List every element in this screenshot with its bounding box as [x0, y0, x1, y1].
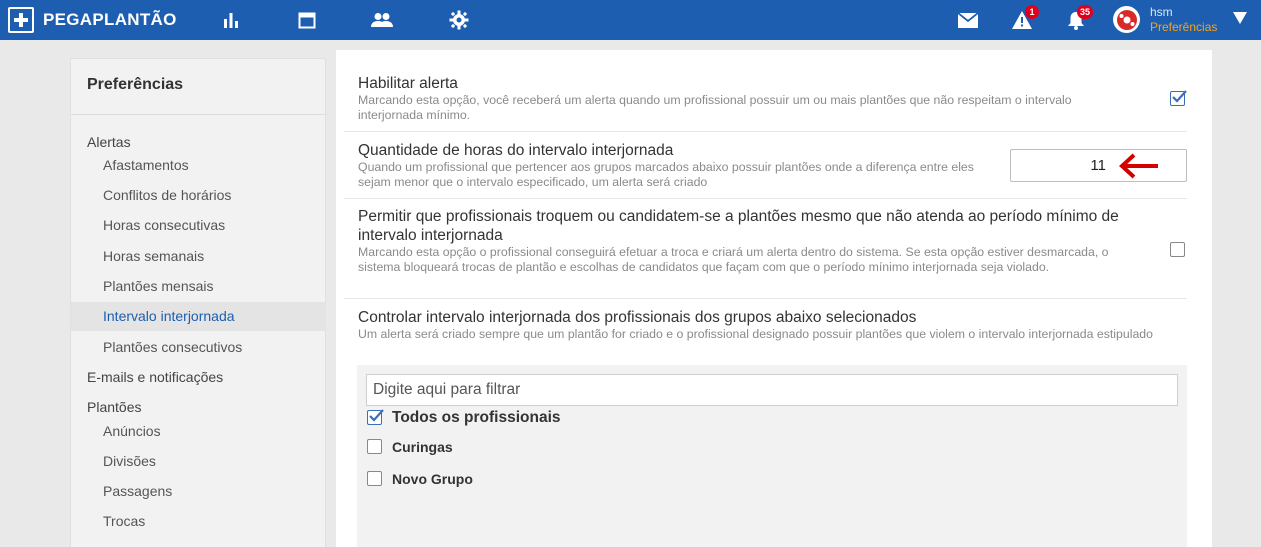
control-groups-description: Um alerta será criado sempre que um plan…	[358, 327, 1153, 341]
sidebar-item-divisoes[interactable]: Divisões	[103, 453, 156, 469]
sidebar-item-horas-consecutivas[interactable]: Horas consecutivas	[103, 217, 225, 233]
mail-icon[interactable]	[957, 9, 979, 31]
sidebar-title: Preferências	[87, 76, 184, 93]
top-navbar: PEGAPLANTÃO 1 35 hsm Preferências	[0, 0, 1261, 40]
allow-swap-section: Permitir que profissionais troquem ou ca…	[358, 207, 1153, 275]
warning-icon[interactable]: 1	[1011, 5, 1039, 31]
hours-title: Quantidade de horas do intervalo interjo…	[358, 142, 674, 159]
enable-alert-description: Marcando esta opção, você receberá um al…	[358, 93, 1072, 122]
group-checkbox-novo-grupo[interactable]	[367, 471, 382, 486]
allow-swap-checkbox[interactable]	[1170, 242, 1185, 257]
hours-section: Quantidade de horas do intervalo interjo…	[358, 141, 983, 190]
bar-chart-icon[interactable]	[220, 9, 242, 31]
hours-input[interactable]	[1010, 149, 1187, 182]
sidebar-item-intervalo-interjornada[interactable]: Intervalo interjornada	[103, 308, 235, 324]
calendar-icon[interactable]	[296, 9, 318, 31]
arrow-left-icon	[1118, 152, 1160, 185]
sidebar-group-emails[interactable]: E-mails e notificações	[87, 369, 223, 385]
enable-alert-section: Habilitar alerta Marcando esta opção, vo…	[358, 74, 1138, 123]
sidebar-group-alertas[interactable]: Alertas	[87, 134, 131, 150]
section-divider	[344, 198, 1187, 199]
sidebar-item-horas-semanais[interactable]: Horas semanais	[103, 248, 204, 264]
notifications-badge: 35	[1076, 5, 1093, 19]
sidebar-item-trocas[interactable]: Trocas	[103, 513, 145, 529]
section-divider	[344, 131, 1187, 132]
sidebar-item-anuncios[interactable]: Anúncios	[103, 423, 161, 439]
sidebar-divider	[71, 114, 325, 115]
group-label-curingas[interactable]: Curingas	[392, 439, 453, 455]
brand-logo[interactable]: PEGAPLANTÃO	[8, 6, 177, 34]
alerts-badge: 1	[1025, 5, 1039, 19]
sidebar-item-plantoes-consecutivos[interactable]: Plantões consecutivos	[103, 339, 242, 355]
user-subtitle[interactable]: Preferências	[1150, 20, 1217, 34]
sidebar-item-afastamentos[interactable]: Afastamentos	[103, 157, 189, 173]
avatar[interactable]	[1113, 6, 1140, 33]
control-groups-title: Controlar intervalo interjornada dos pro…	[358, 309, 917, 326]
enable-alert-checkbox[interactable]	[1170, 90, 1187, 106]
section-divider	[344, 298, 1187, 299]
group-checkbox-curingas[interactable]	[367, 439, 382, 454]
brand-name: PEGAPLANTÃO	[43, 10, 177, 29]
filter-input[interactable]	[366, 374, 1178, 406]
bell-icon[interactable]: 35	[1065, 5, 1093, 31]
sidebar-item-plantoes-mensais[interactable]: Plantões mensais	[103, 278, 214, 294]
preferences-sidebar: Preferências Alertas Afastamentos Confli…	[70, 58, 326, 547]
sidebar-item-passagens[interactable]: Passagens	[103, 483, 172, 499]
sidebar-item-conflitos[interactable]: Conflitos de horários	[103, 187, 231, 203]
group-label-todos[interactable]: Todos os profissionais	[392, 409, 561, 427]
users-icon[interactable]	[371, 9, 393, 31]
group-checkbox-todos[interactable]	[367, 409, 384, 425]
hours-description: Quando um profissional que pertencer aos…	[358, 160, 974, 189]
control-groups-section: Controlar intervalo interjornada dos pro…	[358, 308, 1188, 342]
allow-swap-title: Permitir que profissionais troquem ou ca…	[358, 208, 1119, 244]
group-label-novo-grupo[interactable]: Novo Grupo	[392, 471, 473, 487]
allow-swap-description: Marcando esta opção o profissional conse…	[358, 245, 1109, 274]
enable-alert-title: Habilitar alerta	[358, 75, 458, 92]
caret-down-icon[interactable]	[1233, 11, 1247, 29]
plus-icon	[8, 7, 34, 33]
user-name[interactable]: hsm	[1150, 5, 1173, 19]
sidebar-group-plantoes[interactable]: Plantões	[87, 399, 141, 415]
gear-icon[interactable]	[448, 9, 470, 31]
